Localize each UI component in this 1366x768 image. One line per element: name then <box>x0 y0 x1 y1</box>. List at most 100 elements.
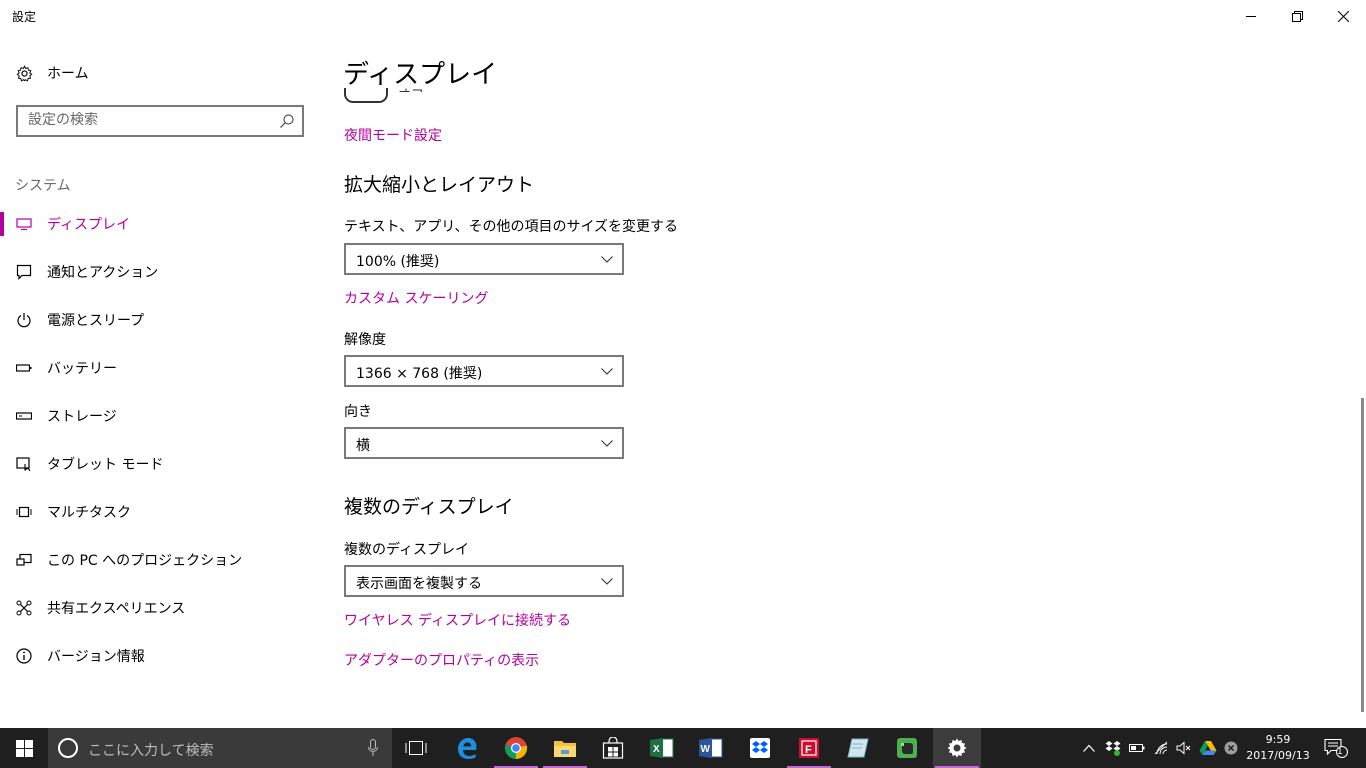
scrollbar-thumb[interactable] <box>1361 398 1364 712</box>
dropbox-button[interactable] <box>736 728 784 768</box>
selection-indicator <box>0 212 4 236</box>
notes-app-button[interactable] <box>834 728 882 768</box>
notes-app-icon <box>847 738 869 758</box>
action-center-button[interactable]: 1 <box>1322 738 1350 758</box>
show-hidden-icons-chevron-up-icon[interactable] <box>1079 738 1099 758</box>
pdf-app-button[interactable]: F <box>785 728 833 768</box>
adapter-properties-link[interactable]: アダプターのプロパティの表示 <box>344 650 539 670</box>
sidebar-item-label: 電源とスリープ <box>47 313 145 329</box>
title-bar: 設定 <box>0 0 1366 32</box>
sidebar-item-shared-experiences[interactable]: 共有エクスペリエンス <box>0 588 320 628</box>
search-icon[interactable] <box>279 113 295 129</box>
edge-button[interactable] <box>443 728 491 768</box>
toggle-switch[interactable] <box>344 88 388 103</box>
share-icon <box>15 599 33 617</box>
excel-button[interactable]: X <box>638 728 686 768</box>
battery-icon[interactable] <box>1127 738 1147 758</box>
file-explorer-button[interactable] <box>541 728 589 768</box>
restore-icon <box>1291 10 1303 22</box>
sidebar-item-display[interactable]: ディスプレイ <box>0 204 320 244</box>
settings-app-button[interactable] <box>933 728 981 768</box>
notification-count-badge: 1 <box>1337 747 1343 757</box>
monitor-icon <box>15 215 33 233</box>
start-button[interactable] <box>0 728 48 768</box>
close-button[interactable] <box>1320 0 1366 32</box>
sidebar-item-label: この PC へのプロジェクション <box>47 553 243 569</box>
settings-search-box[interactable] <box>16 105 304 137</box>
dropbox-sync-icon[interactable] <box>1103 738 1123 758</box>
sidebar-item-tablet-mode[interactable]: タブレット モード <box>0 444 320 484</box>
word-button[interactable]: W <box>687 728 735 768</box>
orientation-dropdown-value: 横 <box>356 438 370 454</box>
folder-icon <box>554 741 576 757</box>
restore-button[interactable] <box>1274 0 1320 32</box>
pdf-app-icon: F <box>799 738 819 758</box>
sidebar-item-label: バッテリー <box>47 361 117 377</box>
taskbar-search-box[interactable]: ここに入力して検索 <box>48 728 392 768</box>
resolution-dropdown-value: 1366 × 768 (推奨) <box>356 366 483 382</box>
microphone-icon[interactable] <box>368 739 378 757</box>
close-icon <box>1337 10 1349 22</box>
notification-icon <box>1324 738 1348 758</box>
cortana-icon <box>58 738 78 758</box>
task-view-button[interactable] <box>392 728 440 768</box>
taskbar-clock[interactable]: 9:59 2017/09/13 <box>1240 732 1316 764</box>
resolution-dropdown[interactable]: 1366 × 768 (推奨) <box>344 355 624 387</box>
sidebar-item-label: マルチタスク <box>47 505 131 521</box>
night-mode-settings-link[interactable]: 夜間モード設定 <box>344 125 442 145</box>
sidebar-item-multitask[interactable]: マルチタスク <box>0 492 320 532</box>
multiple-displays-heading: 複数のディスプレイ <box>344 496 514 518</box>
store-button[interactable] <box>589 728 637 768</box>
volume-muted-icon[interactable] <box>1174 738 1194 758</box>
window-title: 設定 <box>12 10 37 24</box>
custom-scaling-link[interactable]: カスタム スケーリング <box>344 288 488 308</box>
sidebar-item-battery[interactable]: バッテリー <box>0 348 320 388</box>
sidebar-item-storage[interactable]: ストレージ <box>0 396 320 436</box>
taskbar-search-placeholder: ここに入力して検索 <box>88 743 214 759</box>
word-icon: W <box>699 738 723 758</box>
sidebar: ホーム システム ディスプレイ 通知とアクション 電源とスリープ バッテリー <box>0 32 320 728</box>
power-icon <box>15 311 33 329</box>
message-icon <box>15 263 33 281</box>
multiple-displays-label: 複数のディスプレイ <box>344 542 470 558</box>
search-input[interactable] <box>28 112 268 128</box>
sidebar-item-label: 通知とアクション <box>47 265 159 281</box>
wireless-display-link[interactable]: ワイヤレス ディスプレイに接続する <box>344 610 571 630</box>
svg-text:F: F <box>805 744 812 756</box>
size-label: テキスト、アプリ、その他の項目のサイズを変更する <box>344 219 679 235</box>
home-link[interactable]: ホーム <box>16 62 89 84</box>
chevron-down-icon <box>601 440 613 447</box>
wifi-icon[interactable] <box>1152 738 1172 758</box>
sidebar-item-notifications[interactable]: 通知とアクション <box>0 252 320 292</box>
scale-dropdown[interactable]: 100% (推奨) <box>344 243 624 275</box>
edge-browser-icon <box>458 738 477 759</box>
scale-layout-heading: 拡大縮小とレイアウト <box>344 174 535 196</box>
orientation-dropdown[interactable]: 横 <box>344 427 624 459</box>
sidebar-item-power[interactable]: 電源とスリープ <box>0 300 320 340</box>
projection-icon <box>15 551 33 569</box>
sidebar-item-label: ディスプレイ <box>47 217 131 233</box>
sidebar-item-label: 共有エクスペリエンス <box>47 601 186 617</box>
chrome-button[interactable] <box>492 728 540 768</box>
close-circle-icon[interactable] <box>1221 738 1241 758</box>
minimize-button[interactable] <box>1228 0 1274 32</box>
orientation-label: 向き <box>344 404 372 420</box>
taskbar: ここに入力して検索 X W F 9:59 2017/09/13 1 <box>0 728 1366 768</box>
sidebar-item-label: バージョン情報 <box>47 649 145 665</box>
clock-time: 9:59 <box>1265 733 1291 746</box>
google-drive-icon[interactable] <box>1198 738 1218 758</box>
storage-icon <box>15 407 33 425</box>
main-content: ディスプレイ オフ 夜間モード設定 拡大縮小とレイアウト テキスト、アプリ、その… <box>320 32 1360 728</box>
chrome-icon <box>504 737 528 760</box>
multiple-displays-dropdown-value: 表示画面を複製する <box>356 576 482 592</box>
section-label-system: システム <box>15 178 71 194</box>
sidebar-item-label: タブレット モード <box>47 457 164 473</box>
store-bag-icon <box>602 737 624 759</box>
sidebar-item-projection[interactable]: この PC へのプロジェクション <box>0 540 320 580</box>
evernote-button[interactable] <box>883 728 931 768</box>
multiple-displays-dropdown[interactable]: 表示画面を複製する <box>344 565 624 597</box>
sidebar-item-about[interactable]: バージョン情報 <box>0 636 320 676</box>
sidebar-item-label: ストレージ <box>47 409 117 425</box>
svg-text:W: W <box>701 744 711 755</box>
chevron-down-icon <box>601 256 613 263</box>
